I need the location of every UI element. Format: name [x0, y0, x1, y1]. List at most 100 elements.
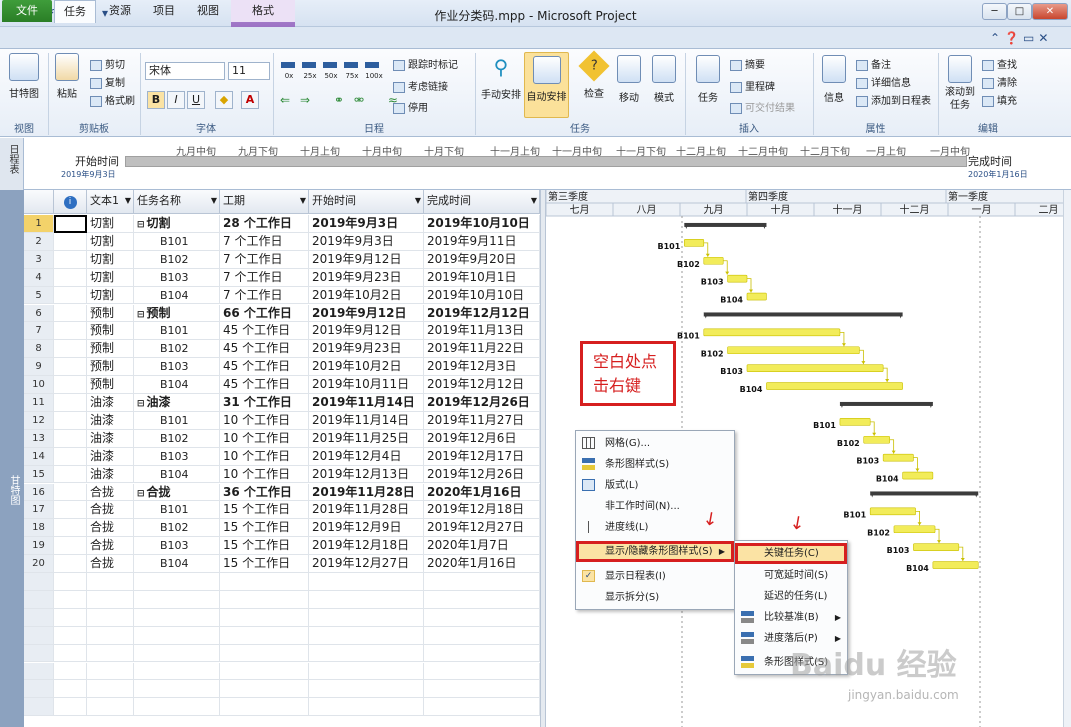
paste-button[interactable]: 粘贴	[52, 53, 82, 100]
task-name-cell[interactable]	[134, 698, 220, 717]
duration-cell[interactable]: 10 个工作日	[220, 429, 309, 448]
clear-button[interactable]: 清除	[982, 74, 1017, 89]
row-number-cell[interactable]: 1	[24, 215, 54, 233]
text1-cell[interactable]: 预制	[87, 304, 134, 323]
duration-cell[interactable]: 15 个工作日	[220, 519, 309, 538]
cut-button[interactable]: 剪切	[90, 56, 125, 71]
start-cell[interactable]: 2019年11月14日	[309, 411, 424, 430]
duration-cell[interactable]	[220, 608, 309, 627]
close-button[interactable]: ✕	[1032, 3, 1068, 20]
table-row[interactable]: 13 油漆 B102 10 个工作日 2019年11月25日 2019年12月6日	[24, 429, 540, 448]
start-cell[interactable]: 2019年12月18日	[309, 537, 424, 556]
font-size-select[interactable]: 11	[228, 62, 270, 80]
finish-cell[interactable]: 2019年11月22日	[424, 340, 540, 359]
collapse-icon[interactable]: ⊟	[137, 310, 145, 320]
task-name-cell[interactable]	[134, 590, 220, 609]
highlight-color-icon[interactable]: ◆	[215, 91, 233, 109]
duration-cell[interactable]	[220, 626, 309, 645]
task-name-cell[interactable]	[134, 608, 220, 627]
underline-button[interactable]: U	[187, 91, 205, 109]
tab-task[interactable]: 任务	[54, 0, 96, 23]
indicator-cell[interactable]	[54, 411, 87, 430]
table-row[interactable]: 4 切割 B103 7 个工作日 2019年9月23日 2019年10月1日	[24, 268, 540, 287]
duration-cell[interactable]: 45 个工作日	[220, 376, 309, 394]
menu-item-show-hide-bar-styles[interactable]: 显示/隐藏条形图样式(S) ▶	[576, 541, 734, 562]
indicator-cell[interactable]	[54, 662, 87, 681]
table-row[interactable]: 17 合拢 B101 15 个工作日 2019年11月28日 2019年12月18日	[24, 501, 540, 520]
indicator-cell[interactable]	[54, 519, 87, 538]
table-row[interactable]	[24, 698, 540, 717]
indicator-cell[interactable]	[54, 447, 87, 466]
row-number-cell[interactable]	[24, 590, 54, 609]
text1-cell[interactable]: 合拢	[87, 501, 134, 520]
table-row[interactable]: 2 切割 B101 7 个工作日 2019年9月3日 2019年9月11日	[24, 232, 540, 251]
indicators-column[interactable]: i	[54, 190, 87, 214]
gantt-chart-button[interactable]: 甘特图	[6, 53, 42, 100]
follow-mark-button[interactable]: 跟踪时标记	[393, 56, 458, 71]
row-number-cell[interactable]: 4	[24, 268, 54, 287]
start-cell[interactable]: 2019年12月4日	[309, 447, 424, 466]
start-cell[interactable]: 2019年11月14日	[309, 394, 424, 412]
duration-cell[interactable]: 45 个工作日	[220, 358, 309, 377]
start-cell[interactable]	[309, 662, 424, 681]
indicator-cell[interactable]	[54, 286, 87, 305]
finish-cell[interactable]: 2019年11月13日	[424, 322, 540, 341]
insert-task-button[interactable]: 任务	[692, 55, 724, 104]
pct-100-button[interactable]: 100x	[363, 72, 385, 80]
finish-cell[interactable]	[424, 608, 540, 627]
row-number-cell[interactable]: 5	[24, 286, 54, 305]
finish-cell[interactable]	[424, 698, 540, 717]
table-row[interactable]	[24, 573, 540, 591]
task-name-cell[interactable]: B103	[134, 537, 220, 556]
start-cell[interactable]: 2019年9月3日	[309, 215, 424, 233]
row-number-cell[interactable]: 11	[24, 394, 54, 412]
start-cell[interactable]	[309, 608, 424, 627]
row-number-cell[interactable]: 7	[24, 322, 54, 341]
table-row[interactable]: 11 油漆 ⊟ 油漆 31 个工作日 2019年11月14日 2019年12月26日	[24, 394, 540, 412]
row-number-cell[interactable]: 6	[24, 304, 54, 323]
table-row[interactable]: 15 油漆 B104 10 个工作日 2019年12月13日 2019年12月26日	[24, 465, 540, 484]
pct-0-button[interactable]: 0x	[279, 72, 299, 80]
table-row[interactable]	[24, 644, 540, 663]
start-cell[interactable]: 2019年9月3日	[309, 232, 424, 251]
font-name-select[interactable]: 宋体	[145, 62, 225, 80]
row-number-cell[interactable]	[24, 680, 54, 699]
finish-cell[interactable]: 2020年1月16日	[424, 555, 540, 573]
dropdown-arrow-icon[interactable]: ▼	[125, 190, 131, 212]
indent-outdent-icons[interactable]: ⇐⇒ ⚭⚮ ≈	[280, 93, 408, 107]
pct-75-button[interactable]: 75x	[342, 72, 362, 80]
text1-cell[interactable]: 切割	[87, 250, 134, 269]
finish-cell[interactable]: 2019年12月18日	[424, 501, 540, 520]
duration-cell[interactable]	[220, 680, 309, 699]
fill-button[interactable]: 填充	[982, 92, 1017, 107]
text1-cell[interactable]	[87, 590, 134, 609]
indicator-cell[interactable]	[54, 537, 87, 556]
finish-cell[interactable]	[424, 680, 540, 699]
row-number-cell[interactable]: 8	[24, 340, 54, 359]
finish-cell[interactable]: 2019年12月12日	[424, 304, 540, 323]
start-cell[interactable]: 2019年10月11日	[309, 376, 424, 394]
text1-cell[interactable]: 油漆	[87, 447, 134, 466]
table-row[interactable]: 3 切割 B102 7 个工作日 2019年9月12日 2019年9月20日	[24, 250, 540, 269]
indicator-cell[interactable]	[54, 340, 87, 359]
row-number-cell[interactable]: 20	[24, 555, 54, 573]
start-cell[interactable]: 2019年11月28日	[309, 483, 424, 502]
task-name-cell[interactable]: B104	[134, 286, 220, 305]
duration-cell[interactable]: 7 个工作日	[220, 232, 309, 251]
format-painter-button[interactable]: 格式刷	[90, 92, 135, 107]
row-number-cell[interactable]: 14	[24, 447, 54, 466]
row-number-cell[interactable]: 16	[24, 483, 54, 502]
start-cell[interactable]: 2019年9月12日	[309, 304, 424, 323]
text1-cell[interactable]: 预制	[87, 358, 134, 377]
finish-cell[interactable]: 2019年12月3日	[424, 358, 540, 377]
dropdown-arrow-icon[interactable]: ▼	[300, 190, 306, 212]
table-row[interactable]: 19 合拢 B103 15 个工作日 2019年12月18日 2020年1月7日	[24, 537, 540, 556]
text1-cell[interactable]: 合拢	[87, 483, 134, 502]
table-row[interactable]: 20 合拢 B104 15 个工作日 2019年12月27日 2020年1月16日	[24, 555, 540, 573]
table-row[interactable]	[24, 662, 540, 681]
details-button[interactable]: 详细信息	[856, 74, 911, 89]
submenu-item-slack[interactable]: 可宽延时间(S)	[735, 565, 847, 586]
start-cell[interactable]	[309, 698, 424, 717]
table-row[interactable]: 16 合拢 ⊟ 合拢 36 个工作日 2019年11月28日 2020年1月16日	[24, 483, 540, 502]
task-name-cell[interactable]	[134, 644, 220, 663]
